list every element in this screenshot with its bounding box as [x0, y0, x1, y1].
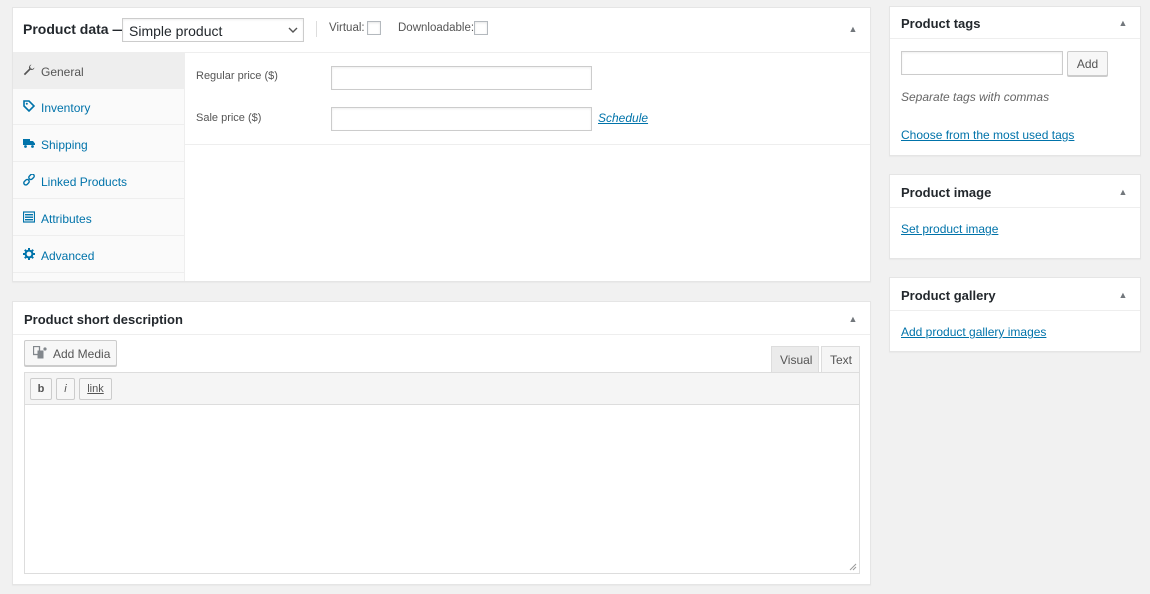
header-divider	[890, 207, 1140, 208]
most-used-tags-link[interactable]: Choose from the most used tags	[901, 128, 1074, 142]
tab-label: Shipping	[41, 138, 88, 152]
tab-label: Advanced	[41, 249, 95, 263]
collapse-arrow-icon[interactable]: ▲	[1116, 288, 1130, 302]
add-gallery-images-link[interactable]: Add product gallery images	[901, 325, 1046, 339]
tab-label: Attributes	[41, 212, 92, 226]
product-tags-panel: Product tags ▲ Add Separate tags with co…	[889, 6, 1141, 156]
short-description-title: Product short description	[24, 312, 183, 327]
tag-input[interactable]	[901, 51, 1063, 75]
add-media-label: Add Media	[53, 347, 111, 361]
tab-shipping[interactable]: Shipping	[13, 126, 184, 162]
downloadable-checkbox[interactable]	[474, 21, 488, 35]
downloadable-label: Downloadable:	[398, 22, 475, 34]
set-product-image-link[interactable]: Set product image	[901, 222, 998, 236]
add-media-button[interactable]: Add Media	[24, 340, 117, 366]
product-tags-title: Product tags	[901, 16, 981, 31]
product-data-title: Product data —	[23, 21, 127, 37]
add-tag-button[interactable]: Add	[1067, 51, 1108, 76]
product-gallery-panel: Product gallery ▲ Add product gallery im…	[889, 277, 1141, 352]
truck-icon	[23, 139, 35, 148]
product-type-value: Simple product	[129, 23, 223, 39]
wrench-icon	[23, 64, 35, 76]
header-divider	[13, 334, 870, 335]
italic-button[interactable]: i	[56, 378, 75, 400]
tab-general[interactable]: General	[13, 53, 184, 89]
tab-label: Linked Products	[41, 175, 128, 189]
resize-grip-icon[interactable]	[849, 563, 857, 571]
collapse-arrow-icon[interactable]: ▲	[846, 22, 860, 36]
product-data-tabs: General Inventory Shipping Linked Produc…	[13, 53, 185, 281]
header-divider	[316, 21, 317, 37]
collapse-arrow-icon[interactable]: ▲	[1116, 185, 1130, 199]
tag-icon	[23, 100, 35, 112]
collapse-arrow-icon[interactable]: ▲	[846, 312, 860, 326]
bold-button[interactable]: b	[30, 378, 52, 400]
product-data-panel: Product data — Simple product Virtual: D…	[12, 7, 871, 282]
chevron-down-icon	[288, 27, 298, 33]
regular-price-input[interactable]	[331, 66, 592, 90]
virtual-checkbox[interactable]	[367, 21, 381, 35]
sale-price-label: Sale price ($)	[196, 112, 262, 124]
tab-advanced[interactable]: Advanced	[13, 237, 184, 273]
tab-text[interactable]: Text	[821, 346, 860, 372]
product-image-panel: Product image ▲ Set product image	[889, 174, 1141, 259]
tab-attributes[interactable]: Attributes	[13, 200, 184, 236]
gear-icon	[23, 248, 35, 260]
tab-label: Inventory	[41, 101, 91, 115]
tab-linked-products[interactable]: Linked Products	[13, 163, 184, 199]
link-icon	[23, 174, 35, 186]
tab-inventory[interactable]: Inventory	[13, 89, 184, 125]
link-button[interactable]: link	[79, 378, 112, 400]
tab-label: General	[41, 65, 84, 79]
header-divider	[890, 38, 1140, 39]
product-type-select[interactable]: Simple product	[122, 18, 304, 42]
regular-price-label: Regular price ($)	[196, 70, 278, 82]
list-icon	[23, 211, 35, 223]
product-data-header: Product data — Simple product Virtual: D…	[13, 8, 870, 53]
tab-visual[interactable]: Visual	[771, 346, 819, 372]
sale-price-input[interactable]	[331, 107, 592, 131]
short-description-panel: Product short description ▲ Add Media Vi…	[12, 301, 871, 585]
schedule-link[interactable]: Schedule	[598, 111, 648, 125]
virtual-label: Virtual:	[329, 22, 365, 34]
header-divider	[890, 310, 1140, 311]
product-image-title: Product image	[901, 185, 992, 200]
quicktags-toolbar: b i link	[24, 372, 860, 405]
collapse-arrow-icon[interactable]: ▲	[1116, 16, 1130, 30]
media-icon	[33, 346, 47, 359]
fields-divider	[185, 144, 870, 145]
description-textarea[interactable]	[24, 404, 860, 574]
tags-hint: Separate tags with commas	[901, 90, 1050, 104]
product-gallery-title: Product gallery	[901, 288, 996, 303]
